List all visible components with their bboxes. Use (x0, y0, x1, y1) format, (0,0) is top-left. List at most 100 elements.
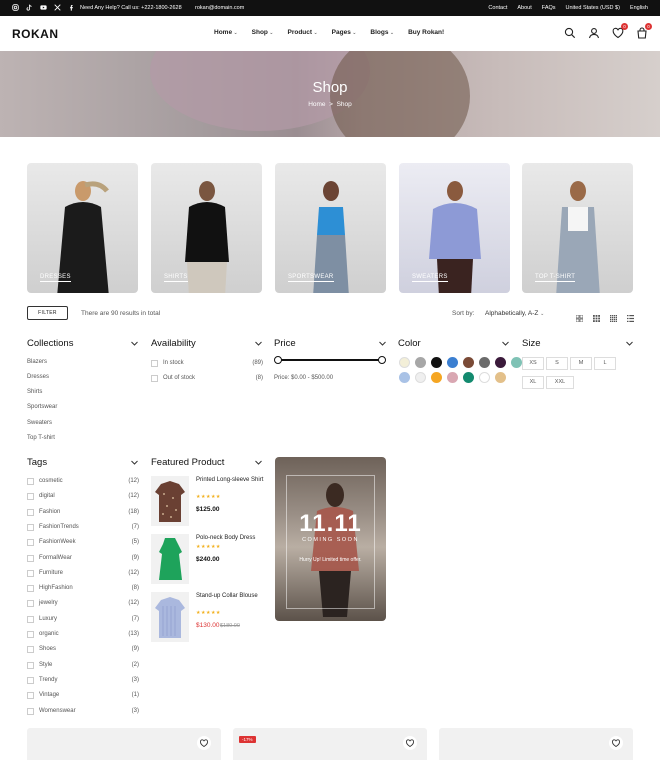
nav-product[interactable]: Product (288, 29, 318, 36)
featured-item[interactable]: Printed Long-sleeve Shirt ★★★★★ $125.00 (151, 476, 263, 526)
product-thumbnail[interactable] (151, 476, 189, 526)
language-select[interactable]: English (630, 5, 648, 11)
facebook-icon[interactable] (68, 4, 75, 11)
checkbox[interactable] (27, 539, 34, 547)
checkbox[interactable] (27, 508, 34, 516)
collection-link[interactable]: Blazers (27, 359, 47, 365)
collection-link[interactable]: Sportswear (27, 404, 57, 410)
checkbox[interactable] (27, 478, 34, 485)
checkbox[interactable] (27, 661, 34, 669)
contact-link[interactable]: Contact (488, 5, 507, 11)
list-view-icon[interactable] (627, 309, 634, 322)
product-card[interactable]: -17% (233, 728, 427, 760)
checkbox[interactable] (27, 523, 34, 531)
youtube-icon[interactable] (40, 4, 47, 11)
chevron-down-icon[interactable] (379, 341, 386, 346)
about-link[interactable]: About (517, 5, 531, 11)
color-swatch[interactable] (447, 357, 458, 368)
chevron-down-icon[interactable] (131, 341, 138, 346)
size-option[interactable]: L (594, 357, 616, 370)
checkbox[interactable] (27, 631, 34, 638)
tags-heading[interactable]: Tags (27, 457, 47, 468)
category-card-top-t-shirt[interactable]: TOP T-SHIRT (522, 163, 633, 293)
price-slider[interactable] (274, 356, 386, 364)
chevron-down-icon[interactable] (255, 341, 262, 346)
color-swatch[interactable] (463, 372, 474, 383)
tiktok-icon[interactable] (26, 4, 33, 11)
logo[interactable]: ROKAN (12, 27, 59, 41)
nav-pages[interactable]: Pages (332, 29, 357, 36)
promo-banner[interactable]: 11.11 COMING SOON Hurry Up! Limited time… (275, 457, 386, 621)
product-name[interactable]: Stand-up Collar Blouse (196, 592, 266, 600)
wishlist-heart-icon[interactable] (403, 736, 417, 750)
chevron-down-icon[interactable] (626, 341, 633, 346)
checkbox[interactable] (27, 615, 34, 623)
category-card-sweaters[interactable]: SWEATERS (399, 163, 510, 293)
product-name[interactable]: Printed Long-sleeve Shirt (196, 476, 266, 484)
featured-heading[interactable]: Featured Product (151, 457, 224, 468)
color-swatch[interactable] (495, 357, 506, 368)
color-swatch[interactable] (431, 357, 442, 368)
size-heading[interactable]: Size (522, 338, 540, 349)
x-icon[interactable] (54, 4, 61, 11)
checkbox[interactable] (151, 360, 158, 367)
chevron-down-icon[interactable] (131, 460, 138, 465)
featured-item[interactable]: Stand-up Collar Blouse ★★★★★ $130.00 $18… (151, 592, 263, 642)
checkbox[interactable] (151, 375, 158, 382)
wishlist-icon[interactable]: 0 (612, 23, 628, 39)
color-swatch[interactable] (415, 357, 426, 368)
account-icon[interactable] (588, 26, 600, 39)
collection-link[interactable]: Shirts (27, 389, 42, 395)
category-card-dresses[interactable]: DRESSES (27, 163, 138, 293)
color-swatch[interactable] (463, 357, 474, 368)
wishlist-heart-icon[interactable] (197, 736, 211, 750)
filter-button[interactable]: FILTER (27, 306, 68, 320)
product-card[interactable] (27, 728, 221, 760)
currency-select[interactable]: United States (USD $) (566, 5, 620, 11)
checkbox[interactable] (27, 493, 34, 501)
size-option[interactable]: XL (522, 376, 544, 389)
size-option[interactable]: XS (522, 357, 544, 370)
checkbox[interactable] (27, 600, 34, 608)
product-card[interactable] (439, 728, 633, 760)
color-swatch[interactable] (431, 372, 442, 383)
featured-item[interactable]: Polo-neck Body Dress ★★★★★ $240.00 (151, 534, 263, 584)
size-option[interactable]: M (570, 357, 592, 370)
price-heading[interactable]: Price (274, 338, 296, 349)
faqs-link[interactable]: FAQs (542, 5, 556, 11)
category-card-shirts[interactable]: SHIRTS (151, 163, 262, 293)
grid-4-icon[interactable] (610, 309, 617, 322)
color-swatch[interactable] (495, 372, 506, 383)
grid-2-icon[interactable] (575, 309, 584, 323)
size-option[interactable]: S (546, 357, 568, 370)
color-heading[interactable]: Color (398, 338, 421, 349)
price-min-handle[interactable] (274, 356, 282, 364)
nav-home[interactable]: Home (214, 29, 238, 36)
checkbox[interactable] (27, 707, 34, 715)
collections-heading[interactable]: Collections (27, 338, 73, 349)
color-swatch[interactable] (399, 357, 410, 368)
checkbox[interactable] (27, 646, 34, 654)
collection-link[interactable]: Top T-shirt (27, 435, 55, 441)
size-option[interactable]: XXL (546, 376, 574, 389)
nav-blogs[interactable]: Blogs (370, 29, 394, 36)
email-link[interactable]: rokan@domain.com (195, 5, 244, 11)
color-swatch[interactable] (415, 372, 426, 383)
availability-heading[interactable]: Availability (151, 338, 196, 349)
checkbox[interactable] (27, 692, 34, 700)
checkbox[interactable] (27, 676, 34, 684)
sort-select[interactable]: Alphabetically, A-Z ⌄ (485, 310, 544, 317)
color-swatch[interactable] (479, 357, 490, 368)
checkbox[interactable] (27, 554, 34, 562)
collection-link[interactable]: Sweaters (27, 420, 52, 426)
chevron-down-icon[interactable] (255, 460, 262, 465)
color-swatch[interactable] (447, 372, 458, 383)
product-name[interactable]: Polo-neck Body Dress (196, 534, 266, 542)
nav-buy-rokan[interactable]: Buy Rokan! (408, 29, 444, 36)
grid-3-icon[interactable] (593, 309, 600, 322)
chevron-down-icon[interactable] (502, 341, 509, 346)
collection-link[interactable]: Dresses (27, 374, 49, 380)
color-swatch[interactable] (399, 372, 410, 383)
color-swatch[interactable] (479, 372, 490, 383)
checkbox[interactable] (27, 585, 34, 593)
